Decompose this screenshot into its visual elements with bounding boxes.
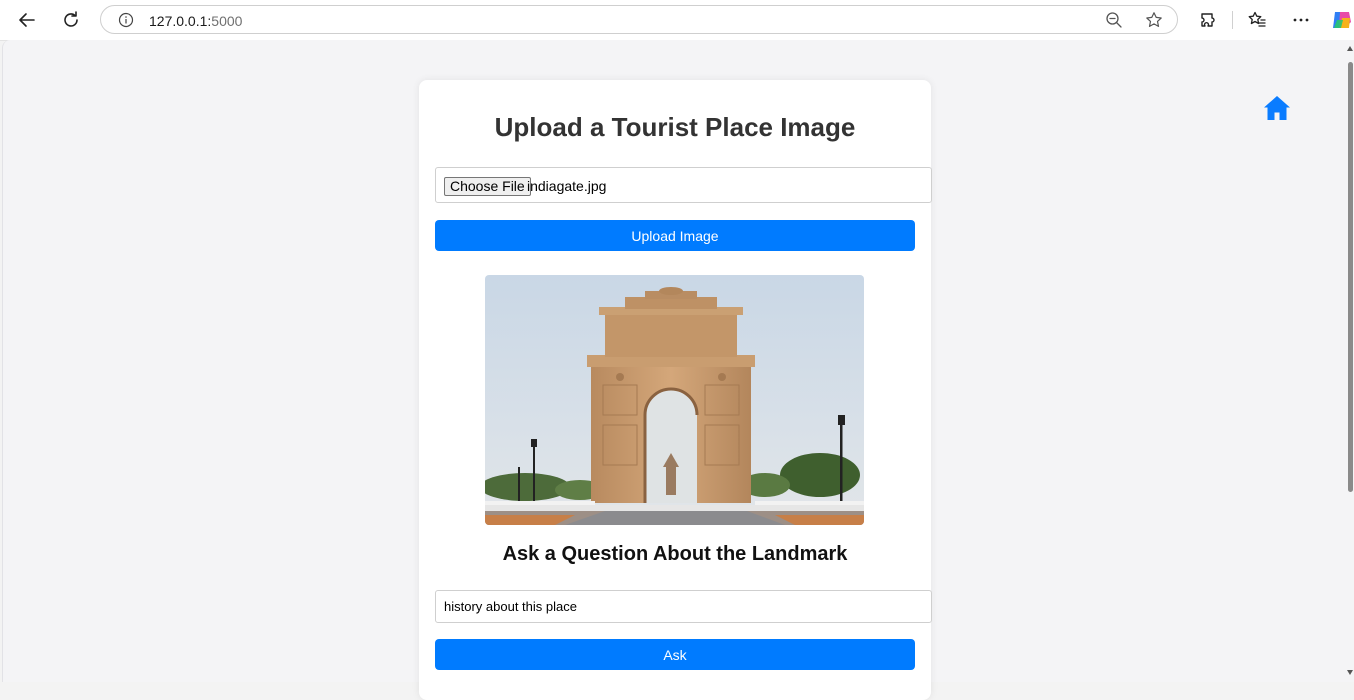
uploaded-landmark-image (485, 275, 864, 525)
browser-toolbar: 127.0.0.1:5000 (0, 0, 1354, 41)
selected-file-name: indiagate.jpg (527, 178, 607, 194)
home-link[interactable] (1262, 94, 1292, 122)
file-input[interactable]: Choose File indiagate.jpg (435, 167, 932, 203)
copilot-icon[interactable] (1328, 6, 1354, 34)
favorite-star-icon[interactable] (1145, 11, 1163, 34)
extensions-icon[interactable] (1194, 6, 1222, 34)
url-host: 127.0.0.1: (149, 13, 212, 29)
ask-button[interactable]: Ask (435, 639, 915, 670)
zoom-out-icon[interactable] (1105, 11, 1123, 34)
vertical-scrollbar[interactable] (1346, 40, 1354, 682)
address-bar[interactable]: 127.0.0.1:5000 (100, 5, 1178, 34)
question-heading: Ask a Question About the Landmark (502, 543, 848, 565)
home-icon (1264, 96, 1290, 120)
back-icon[interactable] (13, 6, 41, 34)
scroll-up-arrow-icon[interactable] (1347, 46, 1353, 51)
scroll-down-arrow-icon[interactable] (1347, 670, 1353, 675)
question-input[interactable] (435, 590, 932, 623)
choose-file-button[interactable]: Choose File (444, 177, 531, 196)
url-text: 127.0.0.1:5000 (149, 13, 242, 29)
info-icon[interactable] (118, 12, 134, 33)
url-port: 5000 (211, 13, 243, 29)
scrollbar-thumb[interactable] (1348, 62, 1353, 492)
upload-card: Upload a Tourist Place Image Choose File… (419, 80, 932, 700)
upload-image-button[interactable]: Upload Image (435, 220, 915, 251)
more-icon[interactable] (1287, 6, 1315, 34)
page-title: Upload a Tourist Place Image (494, 112, 856, 142)
reload-icon[interactable] (57, 6, 85, 34)
toolbar-separator (1232, 11, 1233, 29)
favorites-icon[interactable] (1243, 6, 1271, 34)
